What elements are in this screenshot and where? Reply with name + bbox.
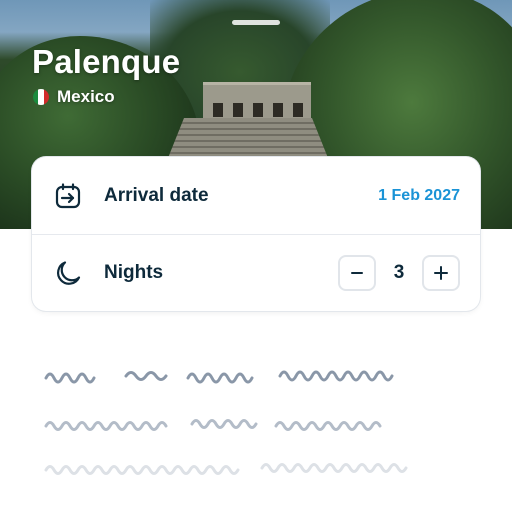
destination-country: Mexico bbox=[33, 87, 115, 107]
drag-handle[interactable] bbox=[232, 20, 280, 25]
booking-card: Arrival date 1 Feb 2027 Nights 3 bbox=[32, 157, 480, 311]
skeleton-line-3 bbox=[44, 463, 408, 475]
moon-icon bbox=[54, 259, 82, 287]
skeleton-line-2 bbox=[44, 419, 382, 431]
nights-count: 3 bbox=[393, 261, 405, 283]
loading-skeleton-text bbox=[44, 370, 408, 475]
arrival-date-label: Arrival date bbox=[104, 184, 209, 206]
temple-structure bbox=[203, 82, 311, 121]
plus-icon bbox=[434, 265, 448, 280]
skeleton-line-1 bbox=[44, 370, 394, 384]
nights-row: Nights 3 bbox=[32, 234, 480, 311]
nights-stepper: 3 bbox=[338, 254, 460, 291]
arrival-date-value[interactable]: 1 Feb 2027 bbox=[378, 187, 460, 205]
country-name: Mexico bbox=[57, 87, 115, 106]
arrival-date-row[interactable]: Arrival date 1 Feb 2027 bbox=[32, 157, 480, 235]
increase-nights-button[interactable] bbox=[422, 254, 460, 291]
minus-icon bbox=[351, 271, 363, 274]
destination-title: Palenque bbox=[32, 43, 181, 80]
mexico-flag-icon bbox=[33, 89, 49, 105]
decrease-nights-button[interactable] bbox=[338, 254, 376, 291]
calendar-arrow-icon bbox=[54, 182, 82, 210]
temple-pyramid-steps bbox=[168, 118, 328, 158]
nights-label: Nights bbox=[104, 261, 164, 283]
